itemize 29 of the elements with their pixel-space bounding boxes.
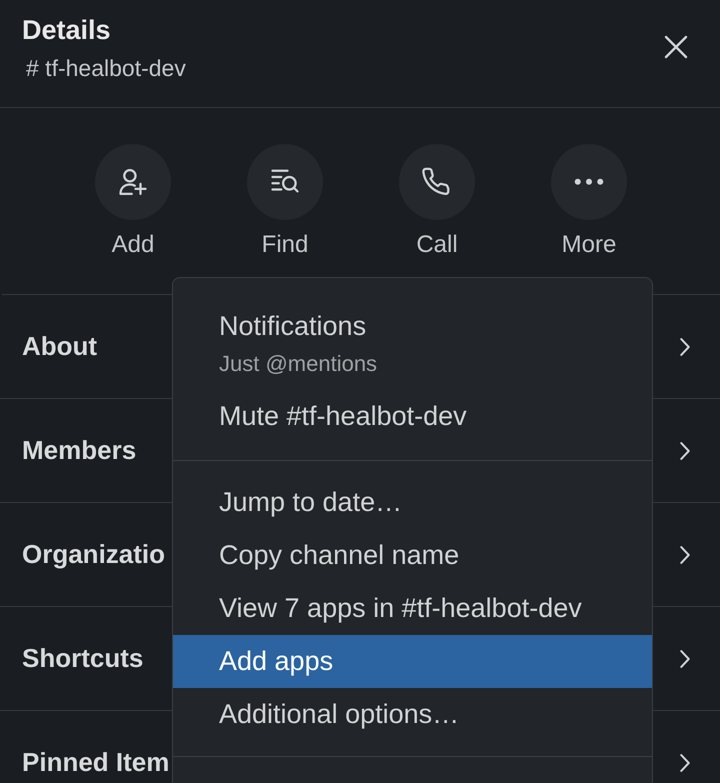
menu-item[interactable]: Copy channel name: [173, 529, 652, 582]
menu-item[interactable]: Additional options…: [173, 688, 652, 741]
action-label: Add: [112, 230, 154, 260]
channel-name: # tf-healbot-dev: [26, 54, 186, 83]
section-title[interactable]: Organizatio: [22, 539, 166, 570]
person-plus-icon: [118, 167, 148, 197]
section-title[interactable]: About: [22, 331, 98, 362]
close-button[interactable]: [664, 35, 688, 59]
section-title[interactable]: Members: [22, 435, 136, 466]
menu-item[interactable]: View 7 apps in #tf-healbot-dev: [173, 582, 652, 635]
chevron-right-icon: [679, 336, 691, 356]
menu-item[interactable]: Jump to date…: [173, 476, 652, 529]
action-label: More: [562, 230, 616, 260]
action-label: Find: [262, 230, 308, 260]
more-icon: [574, 178, 604, 186]
section-title[interactable]: Pinned Item: [22, 747, 170, 778]
phone-icon: [422, 167, 452, 197]
panel-title: Details: [22, 14, 112, 47]
menu-item[interactable]: Notifications Just @mentions: [173, 294, 652, 390]
action-label: Call: [416, 230, 458, 260]
close-icon: [664, 35, 688, 59]
menu-item[interactable]: Add apps: [173, 635, 652, 688]
chevron-right-icon: [679, 648, 691, 668]
chevron-right-icon: [679, 440, 691, 460]
menu-item-detail: Just @mentions: [219, 350, 378, 378]
section-title[interactable]: Shortcuts: [22, 643, 144, 674]
chevron-right-icon: [679, 544, 691, 564]
menu-item[interactable]: Mute #tf-healbot-dev: [173, 390, 652, 443]
chevron-right-icon: [679, 752, 691, 772]
